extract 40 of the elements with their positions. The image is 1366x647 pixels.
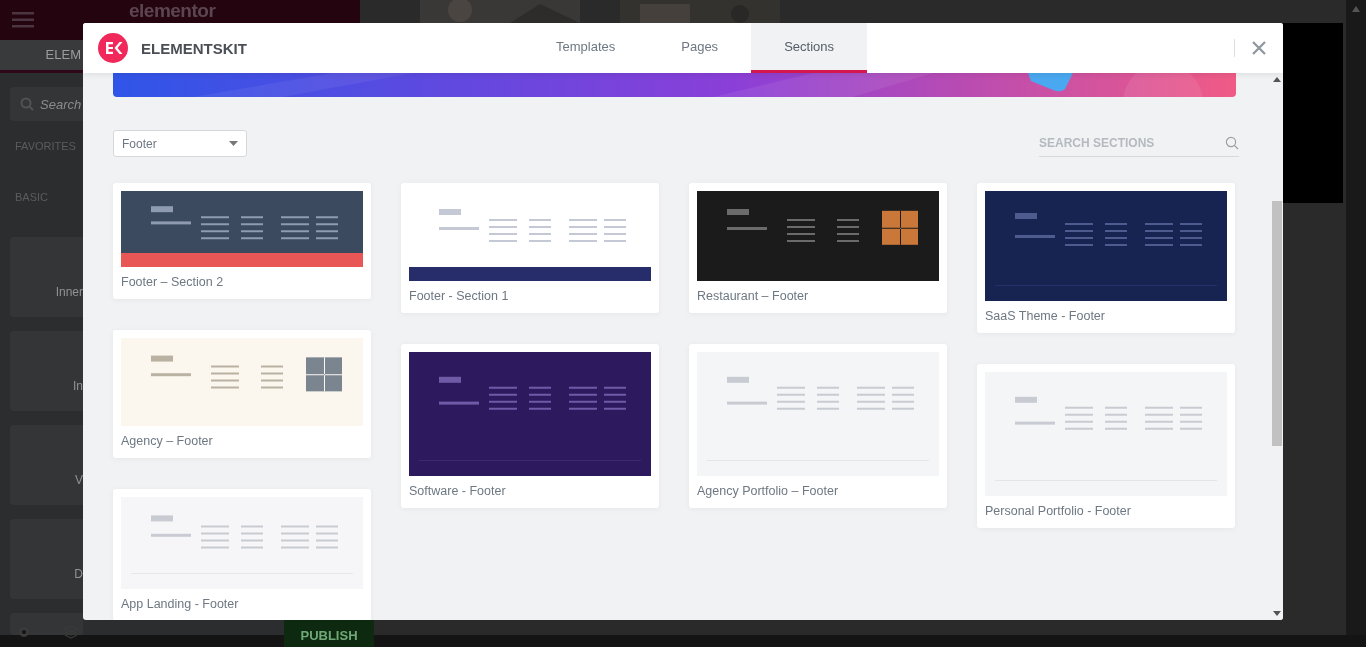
card-title: Agency – Footer xyxy=(121,433,214,450)
tab[interactable]: Sections xyxy=(751,23,867,73)
widget-tile[interactable]: D xyxy=(10,519,83,599)
template-card[interactable]: Agency Portfolio – Footer xyxy=(689,344,947,508)
layers-icon[interactable] xyxy=(64,625,78,639)
template-card[interactable]: Footer - Section 1 xyxy=(401,183,659,313)
template-card[interactable]: Personal Portfolio - Footer xyxy=(977,364,1235,528)
search-field[interactable]: SEARCH SECTIONS xyxy=(1039,129,1219,156)
card-title: Software - Footer xyxy=(409,483,507,500)
brand-name: ELEMENTSKIT xyxy=(141,39,247,57)
widget-tile[interactable]: Inner xyxy=(10,237,83,317)
template-card[interactable]: Software - Footer xyxy=(401,344,659,508)
widget-tile[interactable]: V xyxy=(10,425,83,505)
template-card[interactable]: Footer – Section 2 xyxy=(113,183,371,299)
template-card[interactable]: Agency – Footer xyxy=(113,330,371,458)
widget-tile[interactable]: In xyxy=(10,331,83,411)
menu-icon[interactable] xyxy=(12,12,34,28)
card-title: Agency Portfolio – Footer xyxy=(697,483,840,500)
widget-tile[interactable] xyxy=(10,613,83,635)
caret-icon xyxy=(229,141,238,146)
category-dropdown[interactable]: Footer xyxy=(113,130,247,157)
search-field[interactable]: Search xyxy=(10,87,83,121)
tab[interactable]: Templates xyxy=(523,23,649,73)
settings-icon[interactable] xyxy=(17,625,31,639)
template-card[interactable]: App Landing - Footer xyxy=(113,489,371,620)
card-title: Restaurant – Footer xyxy=(697,288,810,305)
app-logo: elementor xyxy=(129,1,216,21)
card-title: Personal Portfolio - Footer xyxy=(985,503,1132,520)
brand-logo-icon xyxy=(98,33,128,63)
card-title: SaaS Theme - Footer xyxy=(985,308,1106,325)
card-title: Footer – Section 2 xyxy=(121,274,225,291)
close-icon[interactable] xyxy=(1251,40,1267,56)
template-card[interactable]: SaaS Theme - Footer xyxy=(977,183,1235,333)
search-icon xyxy=(1225,135,1239,150)
search-icon xyxy=(20,97,34,111)
scroll-up-icon[interactable] xyxy=(1273,77,1281,82)
card-title: App Landing - Footer xyxy=(121,596,240,613)
template-card[interactable]: Restaurant – Footer xyxy=(689,183,947,313)
tab[interactable]: Pages xyxy=(648,23,752,73)
card-title: Footer - Section 1 xyxy=(409,288,510,305)
